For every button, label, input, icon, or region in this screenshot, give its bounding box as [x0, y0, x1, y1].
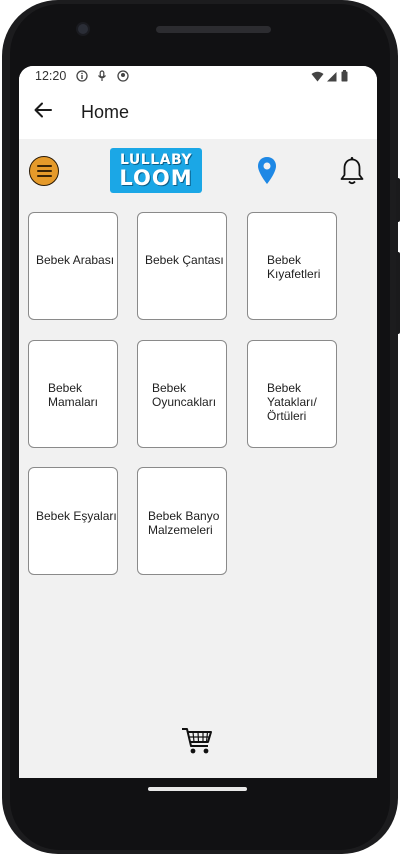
category-tile-label: Bebek Kıyafetleri — [267, 253, 321, 281]
bell-icon — [340, 157, 364, 185]
status-bar: 12:20 — [19, 66, 377, 88]
gesture-navigation-handle[interactable] — [148, 787, 247, 791]
app-screen: 12:20 Home LULLABY LOOM Bebek Arabası Be… — [19, 66, 377, 778]
wifi-icon — [311, 70, 324, 82]
category-tile-bebek-yataklari[interactable]: Bebek Yatakları/ Örtüleri — [247, 340, 337, 448]
phone-device: 12:20 Home LULLABY LOOM Bebek Arabası Be… — [0, 0, 400, 854]
category-tile-bebek-kiyafetleri[interactable]: Bebek Kıyafetleri — [247, 212, 337, 320]
power-button — [396, 178, 400, 222]
cart-button[interactable] — [181, 727, 213, 755]
shopping-cart-icon — [182, 728, 212, 754]
logo-text-bottom: LOOM — [119, 165, 193, 190]
category-tile-label: Bebek Yatakları/ Örtüleri — [267, 381, 317, 423]
menu-icon-line — [36, 175, 52, 177]
category-tile-label: Bebek Eşyaları — [36, 509, 117, 523]
menu-icon-line — [36, 165, 52, 167]
face-icon — [117, 70, 129, 82]
back-button[interactable] — [31, 98, 55, 122]
menu-button[interactable] — [29, 156, 59, 186]
category-tile-bebek-oyuncaklari[interactable]: Bebek Oyuncakları — [137, 340, 227, 448]
brand-logo: LULLABY LOOM — [110, 148, 202, 193]
battery-icon — [341, 70, 348, 82]
category-tile-bebek-arabasi[interactable]: Bebek Arabası — [28, 212, 118, 320]
category-tile-bebek-cantasi[interactable]: Bebek Çantası — [137, 212, 227, 320]
category-tile-label: Bebek Banyo Malzemeleri — [148, 509, 220, 537]
status-time: 12:20 — [35, 69, 67, 83]
category-tile-bebek-banyo-malzemeleri[interactable]: Bebek Banyo Malzemeleri — [137, 467, 227, 575]
menu-icon-line — [36, 170, 52, 172]
category-tile-label: Bebek Oyuncakları — [152, 381, 217, 409]
logo-text-top: LULLABY — [119, 151, 192, 168]
category-tile-bebek-mamalari[interactable]: Bebek Mamaları — [28, 340, 118, 448]
notifications-button[interactable] — [338, 156, 366, 186]
volume-button — [396, 252, 400, 334]
back-arrow-icon — [34, 102, 52, 118]
signal-icon — [326, 70, 337, 82]
earpiece-speaker — [156, 26, 271, 33]
home-header: LULLABY LOOM — [19, 139, 377, 201]
info-icon — [76, 70, 88, 82]
page-title: Home — [81, 102, 130, 122]
category-tile-label: Bebek Çantası — [145, 253, 224, 267]
category-tile-bebek-esyalari[interactable]: Bebek Eşyaları — [28, 467, 118, 575]
location-button[interactable] — [256, 156, 278, 186]
location-pin-icon — [258, 157, 276, 184]
microphone-icon — [97, 70, 107, 82]
front-camera — [78, 24, 88, 34]
category-tile-label: Bebek Arabası — [36, 253, 115, 267]
app-bar: Home — [19, 88, 377, 139]
category-tile-label: Bebek Mamaları — [48, 381, 99, 409]
